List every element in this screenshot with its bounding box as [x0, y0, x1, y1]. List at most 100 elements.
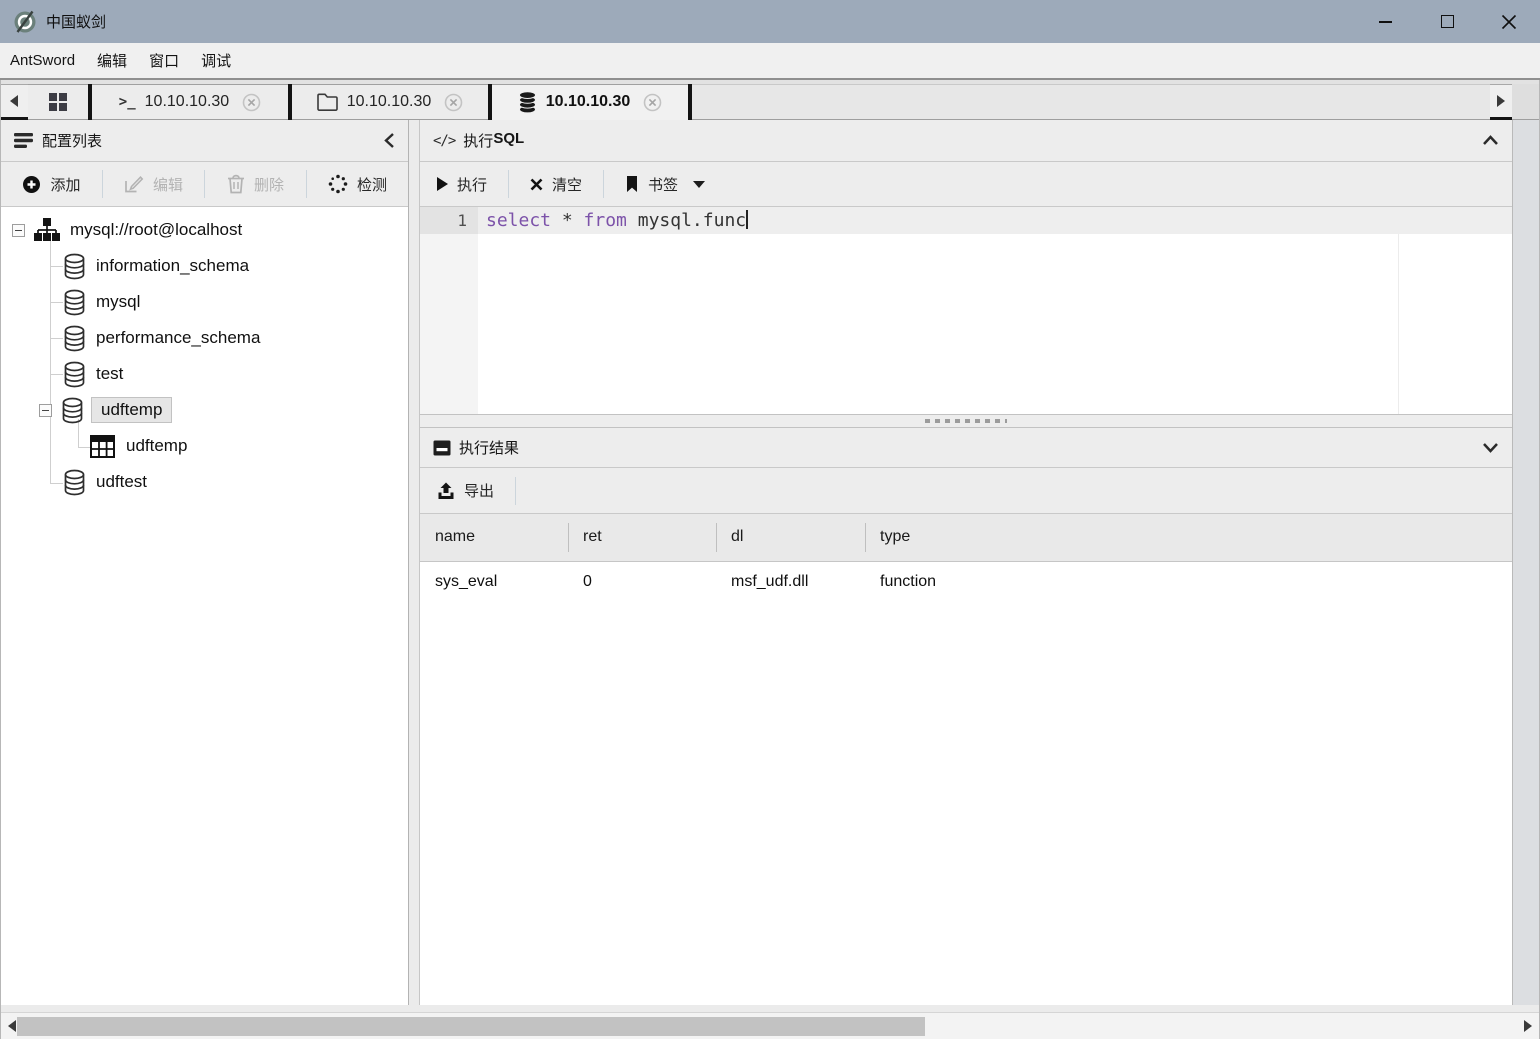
tree-item-label: mysql	[96, 292, 141, 311]
plus-circle-icon	[23, 175, 41, 193]
bookmark-icon	[627, 176, 638, 192]
close-tab-button[interactable]	[242, 93, 261, 112]
upload-icon	[438, 482, 454, 499]
tree-item-database[interactable]: udftest	[1, 464, 408, 500]
tree-item-database[interactable]: performance_schema	[1, 320, 408, 356]
cell-dl: msf_udf.dll	[731, 573, 809, 591]
horizontal-scrollbar[interactable]	[0, 1012, 1540, 1039]
tree-item-database[interactable]: test	[1, 356, 408, 392]
maximize-button[interactable]	[1416, 0, 1478, 43]
menu-debug[interactable]: 调试	[190, 50, 242, 71]
sidebar-title: 配置列表	[42, 133, 103, 150]
tree-item-label: udftemp	[91, 397, 173, 423]
tab-home[interactable]	[28, 84, 88, 120]
sql-panel-header: </> 执行 SQL	[420, 120, 1512, 162]
trash-icon	[227, 174, 244, 194]
collapse-result-panel-button[interactable]	[1482, 442, 1499, 453]
tree-item-database-selected[interactable]: udftemp	[1, 392, 408, 428]
tabbar-filler	[692, 84, 1490, 120]
tree-item-table[interactable]: udftemp	[1, 428, 408, 464]
minimize-icon	[1378, 20, 1392, 23]
tab-label: 10.10.10.30	[346, 93, 432, 110]
tree-item-label: udftemp	[126, 436, 188, 455]
collapse-expander-icon[interactable]	[39, 403, 52, 417]
close-tab-button[interactable]	[444, 93, 463, 112]
tab-scroll-left-button[interactable]	[0, 84, 28, 120]
close-button[interactable]	[1478, 0, 1540, 43]
panel-splitter[interactable]	[420, 414, 1512, 428]
table-row[interactable]: sys_eval 0 msf_udf.dll function	[420, 561, 1512, 603]
circle-x-icon	[643, 93, 662, 111]
caret-down-icon	[693, 180, 706, 188]
delete-button[interactable]: 删除	[205, 162, 306, 206]
menu-edit[interactable]: 编辑	[86, 50, 138, 71]
titlebar: 中国蚁剑	[0, 0, 1540, 43]
scrollbar-thumb[interactable]	[17, 1017, 925, 1036]
tab-scroll-right-button[interactable]	[1490, 84, 1512, 120]
tree-item-database[interactable]: information_schema	[1, 248, 408, 284]
window-title: 中国蚁剑	[46, 14, 107, 31]
tree-item-database[interactable]: mysql	[1, 284, 408, 320]
collapse-expander-icon[interactable]	[12, 223, 25, 237]
sql-editor[interactable]: 1 select * from mysql.func	[420, 207, 1512, 414]
column-header-ret[interactable]: ret	[568, 514, 716, 562]
sql-token: select	[486, 210, 552, 231]
sql-token: mysql.func	[626, 210, 747, 231]
circle-x-icon	[444, 93, 463, 111]
line-number: 1	[457, 211, 467, 230]
circle-x-icon	[242, 93, 261, 111]
x-icon	[530, 178, 543, 190]
tab-label: 10.10.10.30	[545, 93, 631, 110]
close-icon	[1501, 14, 1517, 29]
panel-gutter	[408, 120, 420, 1005]
sql-token: *	[551, 210, 584, 231]
scroll-right-arrow-icon[interactable]	[1524, 1020, 1532, 1032]
add-button[interactable]: 添加	[1, 162, 102, 206]
table-header-row: name ret dl type	[420, 514, 1512, 562]
column-header-dl[interactable]: dl	[716, 514, 865, 562]
column-header-type[interactable]: type	[865, 514, 1512, 562]
check-button[interactable]: 检测	[307, 162, 408, 206]
cell-name: sys_eval	[435, 573, 498, 591]
execute-button[interactable]: 执行	[437, 162, 508, 206]
collapse-sql-panel-button[interactable]	[1482, 135, 1499, 146]
column-header-name[interactable]: name	[420, 514, 568, 562]
spinner-dots-icon	[328, 174, 348, 194]
result-toolbar: 导出	[420, 468, 1512, 514]
tree-item-label: performance_schema	[96, 328, 261, 347]
close-tab-button[interactable]	[643, 93, 662, 112]
window-edge	[0, 80, 1, 1039]
play-icon	[437, 177, 448, 191]
tab-database[interactable]: 10.10.10.30	[492, 84, 688, 120]
edit-button[interactable]: 编辑	[103, 162, 204, 206]
tab-terminal[interactable]: >_ 10.10.10.30	[92, 84, 288, 120]
result-panel-header: 执行结果	[420, 428, 1512, 468]
clear-button[interactable]: 清空	[509, 162, 603, 206]
tab-file-manager[interactable]: 10.10.10.30	[292, 84, 488, 120]
tree-item-connection[interactable]: mysql://root@localhost	[1, 212, 408, 248]
result-table-area: name ret dl type sys_eval 0 msf_udf.dll …	[420, 514, 1512, 1005]
terminal-icon: >_	[118, 94, 136, 110]
menu-window[interactable]: 窗口	[138, 50, 190, 71]
chevron-up-icon	[1483, 135, 1498, 145]
check-button-label: 检测	[356, 176, 387, 194]
grid-icon	[49, 93, 67, 111]
chevron-left-icon	[384, 133, 394, 148]
collapse-sidebar-button[interactable]	[384, 132, 395, 149]
minimize-button[interactable]	[1354, 0, 1416, 43]
splitter-grip-icon	[925, 419, 1007, 423]
sql-workspace: </> 执行 SQL 执行 清空 书签 1 select * from mysq…	[420, 120, 1512, 1005]
scroll-left-arrow-icon[interactable]	[8, 1020, 16, 1032]
edit-button-label: 编辑	[152, 176, 183, 194]
chevron-down-icon	[1483, 443, 1498, 453]
menubar: AntSword 编辑 窗口 调试	[0, 43, 1540, 80]
bookmark-button[interactable]: 书签	[604, 162, 726, 206]
clear-button-label: 清空	[552, 176, 583, 194]
database-icon	[63, 361, 86, 388]
export-button[interactable]: 导出	[437, 468, 515, 513]
main-area: 配置列表 添加 编辑 删除 检测 mysql://root@localhost …	[0, 120, 1540, 1005]
menu-antsword[interactable]: AntSword	[10, 52, 86, 69]
delete-button-label: 删除	[253, 176, 284, 194]
database-icon	[61, 397, 84, 424]
code-icon: </>	[433, 132, 456, 149]
